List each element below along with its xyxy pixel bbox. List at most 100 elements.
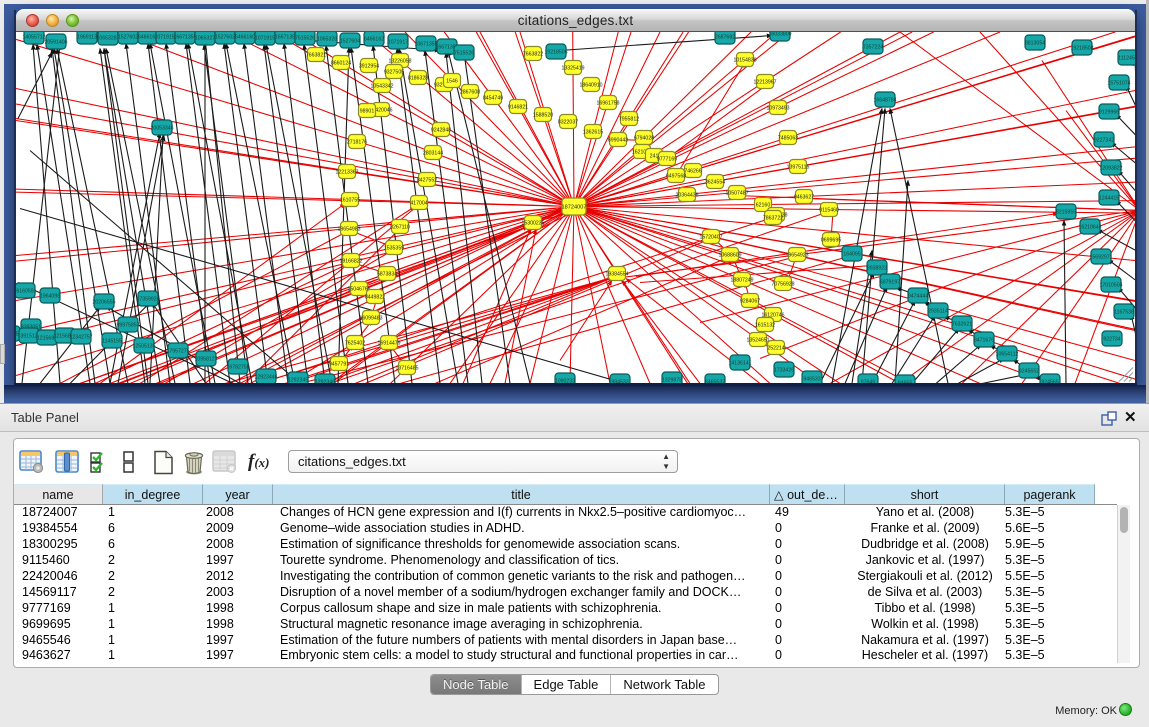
svg-text:9245652: 9245652 — [1019, 368, 1039, 374]
svg-text:16914479: 16914479 — [377, 340, 400, 346]
svg-text:98901: 98901 — [360, 108, 375, 114]
svg-text:6497568: 6497568 — [666, 173, 686, 179]
svg-text:13716485: 13716485 — [395, 365, 418, 371]
svg-text:7515526: 7515526 — [454, 50, 474, 56]
svg-text:19166822: 19166822 — [339, 258, 362, 264]
svg-text:8215955: 8215955 — [1056, 209, 1076, 215]
svg-text:2687682: 2687682 — [715, 34, 735, 40]
svg-text:20364436: 20364436 — [675, 192, 698, 198]
svg-text:6466160: 6466160 — [235, 34, 255, 40]
svg-text:417004: 417004 — [410, 200, 427, 206]
svg-text:6879197: 6879197 — [880, 279, 900, 285]
svg-text:3624554: 3624554 — [705, 179, 725, 185]
svg-text:7663821: 7663821 — [306, 52, 326, 58]
svg-text:9463627: 9463627 — [794, 194, 814, 200]
svg-text:17010504: 17010504 — [1099, 282, 1122, 288]
svg-text:70756928: 70756928 — [771, 281, 794, 287]
svg-text:10973493: 10973493 — [766, 105, 789, 111]
svg-text:12213967: 12213967 — [753, 79, 776, 85]
svg-text:8660124: 8660124 — [331, 60, 351, 66]
svg-text:19654923: 19654923 — [785, 252, 808, 258]
svg-text:19384554: 19384554 — [605, 271, 628, 277]
svg-text:2718176: 2718176 — [347, 139, 367, 145]
svg-text:7485063: 7485063 — [778, 135, 798, 141]
svg-text:391512: 391512 — [20, 333, 37, 339]
svg-text:12923446: 12923446 — [254, 374, 277, 380]
svg-text:19654983: 19654983 — [337, 226, 360, 232]
svg-text:62160: 62160 — [756, 202, 771, 208]
svg-text:9284067: 9284067 — [740, 298, 760, 304]
svg-text:1610755: 1610755 — [340, 197, 360, 203]
svg-text:12093822: 12093822 — [1099, 165, 1122, 171]
svg-text:1527602: 1527602 — [215, 34, 235, 40]
svg-text:1065327: 1065327 — [195, 35, 215, 41]
svg-text:9242848: 9242848 — [431, 127, 451, 133]
svg-text:16671355: 16671355 — [173, 34, 196, 40]
svg-text:10688609: 10688609 — [718, 252, 741, 258]
svg-text:6990443: 6990443 — [608, 137, 628, 143]
svg-text:2867608: 2867608 — [460, 89, 480, 95]
svg-text:15751074: 15751074 — [1107, 80, 1130, 86]
svg-text:12213363: 12213363 — [335, 169, 358, 175]
svg-text:2803144: 2803144 — [423, 150, 443, 156]
svg-text:8813054: 8813054 — [1025, 40, 1045, 46]
svg-text:19218508: 19218508 — [1070, 45, 1093, 51]
svg-text:15692971: 15692971 — [1089, 254, 1112, 260]
svg-text:7955812: 7955812 — [619, 116, 639, 122]
svg-text:16961758: 16961758 — [596, 100, 619, 106]
svg-text:16033809: 16033809 — [768, 32, 791, 37]
svg-text:8449822: 8449822 — [365, 294, 385, 300]
svg-text:2935114: 2935114 — [928, 308, 948, 314]
svg-text:99975857: 99975857 — [116, 322, 139, 328]
svg-text:13975115: 13975115 — [787, 164, 810, 170]
svg-text:18724007: 18724007 — [562, 204, 587, 210]
svg-text:9115460: 9115460 — [819, 207, 839, 213]
svg-text:9227342: 9227342 — [1094, 137, 1114, 143]
svg-text:9777169: 9777169 — [657, 156, 677, 162]
svg-text:12505135: 12505135 — [132, 343, 155, 349]
svg-text:3912954: 3912954 — [359, 63, 379, 69]
svg-text:14055712: 14055712 — [22, 34, 45, 40]
svg-text:1527602: 1527602 — [118, 34, 138, 40]
svg-text:9129966: 9129966 — [1099, 109, 1119, 115]
svg-text:839305: 839305 — [16, 331, 19, 337]
svg-text:0699695: 0699695 — [821, 237, 841, 243]
svg-text:7863722: 7863722 — [763, 215, 783, 221]
svg-text:15300235: 15300235 — [521, 220, 544, 226]
svg-text:18807249: 18807249 — [730, 277, 753, 283]
svg-text:10154838: 10154838 — [733, 57, 756, 63]
svg-text:164095: 164095 — [843, 251, 860, 257]
svg-text:746266: 746266 — [684, 168, 701, 174]
svg-text:1167538: 1167538 — [1114, 309, 1134, 315]
svg-text:20591406: 20591406 — [44, 39, 67, 45]
svg-text:17359924: 17359924 — [136, 296, 159, 302]
svg-text:7515526: 7515526 — [295, 35, 315, 41]
svg-text:14136141: 14136141 — [728, 360, 751, 366]
svg-text:5873834: 5873834 — [377, 271, 397, 277]
svg-text:10654112: 10654112 — [996, 351, 1019, 357]
svg-text:10653287: 10653287 — [96, 35, 119, 41]
svg-text:19218506: 19218506 — [544, 49, 567, 55]
svg-text:13325419: 13325419 — [561, 65, 584, 71]
svg-text:12342757: 12342757 — [69, 334, 92, 340]
svg-text:1362615: 1362615 — [583, 129, 603, 135]
svg-text:15720407: 15720407 — [699, 234, 722, 240]
svg-text:6794028: 6794028 — [634, 135, 654, 141]
svg-text:17957275: 17957275 — [166, 348, 189, 354]
svg-text:8267110: 8267110 — [390, 224, 410, 230]
svg-text:10958127: 10958127 — [194, 356, 217, 362]
svg-text:20206555: 20206555 — [92, 299, 115, 305]
svg-text:1112456: 1112456 — [1118, 55, 1135, 61]
svg-text:252214: 252214 — [767, 345, 784, 351]
svg-text:8322037: 8322037 — [558, 119, 578, 125]
svg-text:20053346: 20053346 — [150, 125, 173, 131]
svg-text:16099483: 16099483 — [359, 315, 382, 321]
svg-text:16648784: 16648784 — [873, 97, 896, 103]
svg-text:10507487: 10507487 — [725, 190, 748, 196]
svg-text:1588520: 1588520 — [533, 112, 553, 118]
svg-text:1546: 1546 — [446, 78, 458, 84]
svg-text:13524651: 13524651 — [746, 337, 769, 343]
svg-text:7663822: 7663822 — [523, 51, 543, 57]
svg-text:8938923: 8938923 — [867, 265, 887, 271]
svg-text:946533: 946533 — [803, 376, 820, 382]
